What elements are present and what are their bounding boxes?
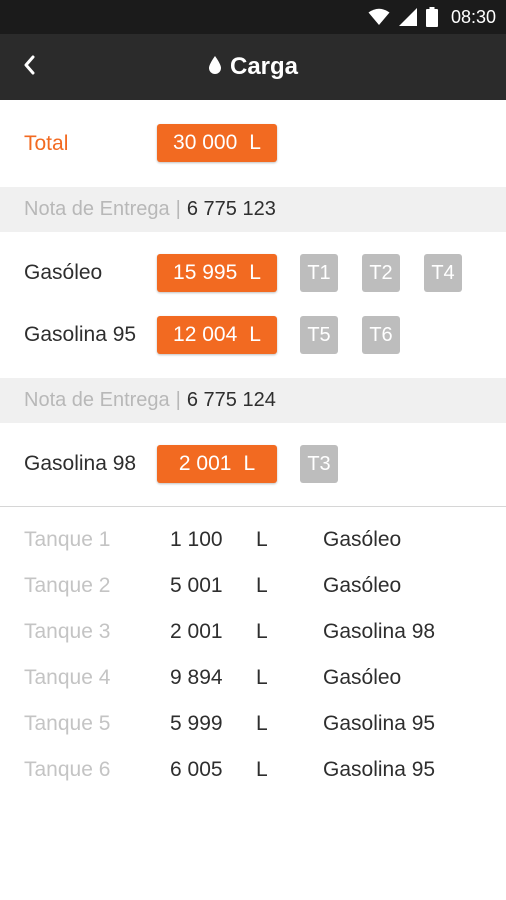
wifi-icon — [368, 8, 390, 26]
tank-button-t5[interactable]: T5 — [300, 316, 338, 354]
tank-quantity: 1 100 — [170, 528, 223, 551]
delivery-note-label: Nota de Entrega — [24, 198, 170, 220]
fuel-row-gasoleo: Gasóleo 15 995 L T1 T2 T4 — [0, 252, 506, 294]
fuel-amount: 2 001 — [178, 452, 232, 475]
tank-summary-row: Tanque 3 2 001 L Gasolina 98 — [0, 609, 506, 655]
status-bar: 08:30 — [0, 0, 506, 34]
tank-button-t4[interactable]: T4 — [424, 254, 462, 292]
fuel-unit: L — [243, 452, 256, 475]
tank-button-t1[interactable]: T1 — [300, 254, 338, 292]
tank-button-t6[interactable]: T6 — [362, 316, 400, 354]
tank-name: Tanque 5 — [24, 712, 111, 735]
tank-summary-row: Tanque 2 5 001 L Gasóleo — [0, 563, 506, 609]
tank-fuel: Gasolina 95 — [323, 758, 436, 781]
tank-name: Tanque 3 — [24, 620, 111, 643]
tank-unit: L — [256, 528, 268, 551]
tank-unit: L — [256, 666, 268, 689]
total-amount: 30 000 — [173, 131, 238, 154]
fuel-amount-button[interactable]: 2 001 L — [157, 445, 277, 483]
delivery-note-header: Nota de Entrega | 6 775 124 — [0, 378, 506, 423]
tank-summary-row: Tanque 1 1 100 L Gasóleo — [0, 517, 506, 563]
fuel-amount-button[interactable]: 15 995 L — [157, 254, 277, 292]
tank-button-t2[interactable]: T2 — [362, 254, 400, 292]
fuel-label: Gasóleo — [24, 261, 103, 284]
battery-icon — [425, 7, 438, 27]
fuel-amount: 12 004 — [173, 323, 238, 346]
fuel-amount-button[interactable]: 12 004 L — [157, 316, 277, 354]
total-row: Total 30 000 L — [0, 122, 506, 166]
drop-icon — [208, 55, 222, 80]
app-bar: Carga — [0, 34, 506, 100]
tank-name: Tanque 6 — [24, 758, 111, 781]
tank-name: Tanque 4 — [24, 666, 111, 689]
tank-summary-row: Tanque 6 6 005 L Gasolina 95 — [0, 747, 506, 793]
page-title: Carga — [229, 53, 299, 80]
total-label: Total — [24, 132, 69, 155]
fuel-unit: L — [249, 323, 261, 346]
tank-fuel: Gasolina 95 — [323, 712, 436, 735]
tank-quantity: 6 005 — [170, 758, 223, 781]
tank-quantity: 5 999 — [170, 712, 223, 735]
tank-unit: L — [256, 620, 268, 643]
fuel-label: Gasolina 95 — [24, 323, 137, 346]
delivery-note-number: 6 775 124 — [186, 389, 276, 411]
cell-signal-icon — [398, 8, 417, 26]
delivery-note-label: Nota de Entrega — [24, 389, 170, 411]
tank-unit: L — [256, 574, 268, 597]
tank-quantity: 2 001 — [170, 620, 223, 643]
tank-quantity: 5 001 — [170, 574, 223, 597]
fuel-row-gasolina-98: Gasolina 98 2 001 L T3 — [0, 443, 506, 485]
divider — [0, 506, 506, 507]
fuel-unit: L — [249, 261, 261, 284]
tank-name: Tanque 2 — [24, 574, 111, 597]
fuel-label: Gasolina 98 — [24, 452, 137, 475]
fuel-row-gasolina-95: Gasolina 95 12 004 L T5 T6 — [0, 314, 506, 356]
delivery-note-separator: | — [175, 198, 181, 220]
tank-fuel: Gasóleo — [323, 574, 402, 597]
status-time: 08:30 — [450, 6, 496, 27]
status-icons: 08:30 — [368, 0, 496, 34]
tank-fuel: Gasóleo — [323, 528, 402, 551]
tank-summary-row: Tanque 5 5 999 L Gasolina 95 — [0, 701, 506, 747]
delivery-note-separator: | — [175, 389, 181, 411]
fuel-amount: 15 995 — [173, 261, 238, 284]
delivery-note-header: Nota de Entrega | 6 775 123 — [0, 187, 506, 232]
tank-fuel: Gasóleo — [323, 666, 402, 689]
tank-quantity: 9 894 — [170, 666, 223, 689]
tank-button-t3[interactable]: T3 — [300, 445, 338, 483]
tank-unit: L — [256, 712, 268, 735]
tank-fuel: Gasolina 98 — [323, 620, 436, 643]
title-group: Carga — [0, 34, 506, 100]
delivery-note-number: 6 775 123 — [186, 198, 276, 220]
tank-summary-row: Tanque 4 9 894 L Gasóleo — [0, 655, 506, 701]
tank-name: Tanque 1 — [24, 528, 111, 551]
total-amount-button[interactable]: 30 000 L — [157, 124, 277, 162]
total-unit: L — [249, 131, 261, 154]
tank-unit: L — [256, 758, 268, 781]
